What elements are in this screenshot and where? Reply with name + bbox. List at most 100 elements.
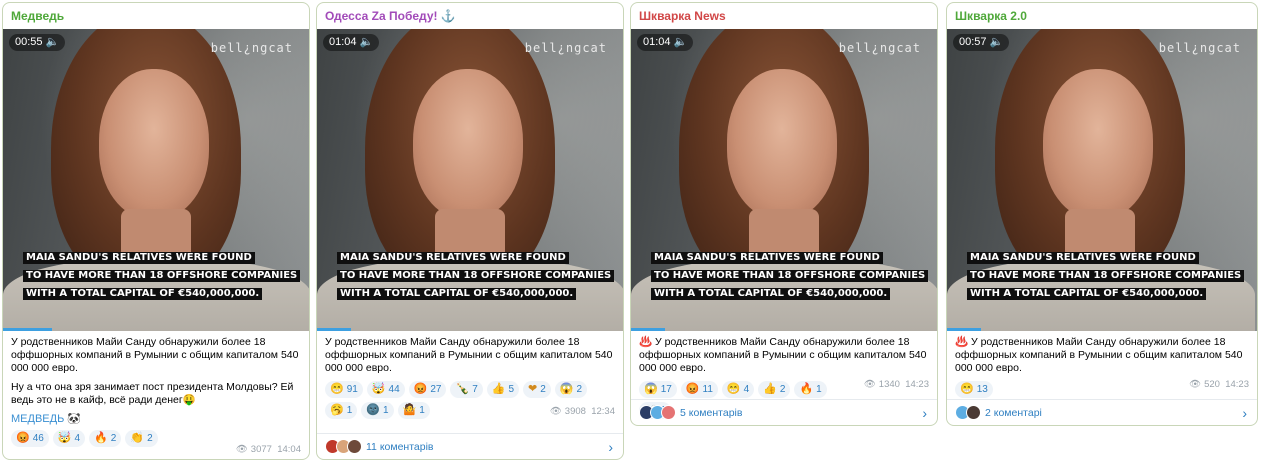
- reaction-chip[interactable]: 👍 5: [486, 381, 520, 398]
- comments-link[interactable]: 5 коментарів ›: [631, 399, 937, 425]
- post-meta: 👁 520 14:23: [1189, 379, 1249, 390]
- video-caption: Maia Sandu's relatives were found to hav…: [967, 247, 1245, 301]
- video-player[interactable]: bell¿ngcat 00:55 🔈 Maia Sandu's relative…: [3, 29, 309, 331]
- video-progress-bar[interactable]: [631, 328, 665, 331]
- post-text-extra: Ну а что она зря занимает пост президент…: [11, 381, 294, 406]
- reaction-emoji-icon: 🤷: [402, 404, 417, 416]
- caption-line: Maia Sandu's relatives were found: [967, 252, 1199, 264]
- views-icon: 👁: [1189, 379, 1202, 390]
- reaction-chip[interactable]: ❤ 2: [523, 381, 551, 398]
- reaction-chip[interactable]: 😁 91: [325, 381, 363, 398]
- reaction-count: 11: [702, 384, 713, 395]
- views-icon: 👁: [549, 406, 562, 417]
- reaction-chip[interactable]: 😱 17: [639, 381, 677, 398]
- reaction-chip[interactable]: 😡 27: [408, 381, 447, 398]
- reaction-chip[interactable]: 🥱 1: [325, 402, 358, 419]
- post-text: У родственников Майи Санду обнаружили бо…: [11, 336, 299, 374]
- watermark: bell¿ngcat: [524, 41, 607, 55]
- video-player[interactable]: bell¿ngcat 01:04 🔈 Maia Sandu's relative…: [631, 29, 937, 331]
- reaction-chip[interactable]: 🤯 44: [366, 381, 405, 398]
- comments-count[interactable]: 11 коментарів: [366, 441, 434, 453]
- reaction-emoji-icon: 😁: [960, 383, 974, 395]
- reaction-chip[interactable]: 🤷 1: [397, 402, 430, 419]
- reaction-chip[interactable]: 😁 13: [955, 381, 993, 398]
- video-subject-face: [1043, 69, 1153, 219]
- reaction-chip[interactable]: 😡 46: [11, 430, 49, 447]
- reaction-count: 44: [388, 384, 400, 395]
- chevron-right-icon[interactable]: ›: [1242, 405, 1247, 421]
- avatar: [661, 405, 676, 420]
- video-timer[interactable]: 00:57 🔈: [953, 34, 1010, 51]
- reaction-count: 1: [382, 405, 389, 416]
- post-text: ♨️ У родственников Майи Санду обнаружили…: [955, 336, 1243, 374]
- comments-link[interactable]: 11 коментарів ›: [317, 433, 623, 459]
- post-card: Одесса Za Победу! ⚓ bell¿ngcat 01:04 🔈 M…: [316, 2, 624, 460]
- caption-line: Maia Sandu's relatives were found: [337, 252, 569, 264]
- video-progress-bar[interactable]: [947, 328, 982, 331]
- reaction-chip[interactable]: 🤯 4: [52, 430, 86, 447]
- video-timer[interactable]: 00:55 🔈: [9, 34, 66, 51]
- reaction-count: 1: [816, 384, 822, 395]
- reaction-chip[interactable]: 🍾 7: [450, 381, 483, 398]
- comments-link[interactable]: 2 коментарі ›: [947, 399, 1257, 425]
- chevron-right-icon[interactable]: ›: [922, 405, 927, 421]
- reaction-emoji-icon: 😡: [685, 383, 700, 395]
- reaction-chip[interactable]: 👏 2: [125, 430, 158, 447]
- reaction-count: 2: [147, 433, 153, 444]
- reaction-count: 4: [74, 433, 81, 444]
- reaction-count: 27: [430, 384, 442, 395]
- reaction-count: 2: [110, 433, 117, 444]
- reaction-emoji-icon: 😱: [559, 383, 574, 395]
- reaction-chip[interactable]: 🔥 1: [794, 381, 827, 398]
- views-icon: 👁: [235, 444, 248, 455]
- post-body: У родственников Майи Санду обнаружили бо…: [317, 331, 623, 375]
- reaction-count: 1: [419, 405, 425, 416]
- reaction-emoji-icon: 🥱: [330, 404, 344, 416]
- views-count: 3077: [250, 444, 272, 455]
- chevron-right-icon[interactable]: ›: [608, 439, 613, 455]
- reaction-count: 91: [346, 384, 358, 395]
- reaction-emoji-icon: 🤯: [57, 432, 72, 444]
- video-timer[interactable]: 01:04 🔈: [637, 34, 694, 51]
- post-card: Медведь bell¿ngcat 00:55 🔈 Maia Sandu's …: [2, 2, 310, 460]
- post-card: Шкварка 2.0 bell¿ngcat 00:57 🔈 Maia Sand…: [946, 2, 1258, 426]
- comments-count[interactable]: 2 коментарі: [985, 407, 1042, 419]
- reaction-emoji-icon: 👏: [130, 432, 145, 444]
- reaction-chip[interactable]: 😁 4: [721, 381, 755, 398]
- channel-name[interactable]: Шкварка 2.0: [947, 3, 1257, 29]
- caption-line: with a total capital of €540,000,000.: [337, 288, 577, 300]
- reaction-count: 17: [660, 384, 672, 395]
- video-progress-bar[interactable]: [3, 328, 52, 331]
- reaction-emoji-icon: 😡: [413, 383, 428, 395]
- avatar: [347, 439, 362, 454]
- channel-name[interactable]: Одесса Za Победу! ⚓: [317, 3, 623, 29]
- reaction-chip[interactable]: 😱 2: [554, 381, 588, 398]
- reaction-chip[interactable]: 🌚 1: [361, 402, 394, 419]
- avatar: [966, 405, 981, 420]
- caption-line: with a total capital of €540,000,000.: [23, 288, 263, 300]
- caption-line: Maia Sandu's relatives were found: [651, 252, 883, 264]
- reaction-emoji-icon: ❤: [528, 383, 538, 395]
- reaction-chip[interactable]: 👍 2: [758, 381, 791, 398]
- video-progress-bar[interactable]: [317, 328, 351, 331]
- comments-count[interactable]: 5 коментарів: [680, 407, 742, 419]
- reaction-count: 5: [508, 384, 515, 395]
- channel-name[interactable]: Медведь: [3, 3, 309, 29]
- video-player[interactable]: bell¿ngcat 00:57 🔈 Maia Sandu's relative…: [947, 29, 1257, 331]
- post-text: У родственников Майи Санду обнаружили бо…: [325, 336, 613, 374]
- video-timer[interactable]: 01:04 🔈: [323, 34, 380, 51]
- post-card: Шкварка News bell¿ngcat 01:04 🔈 Maia San…: [630, 2, 938, 426]
- reaction-emoji-icon: 🌚: [366, 404, 380, 416]
- reaction-chip[interactable]: 🔥 2: [89, 430, 122, 447]
- reaction-chip[interactable]: 😡 11: [680, 381, 718, 398]
- post-time: 14:23: [905, 379, 929, 390]
- post-signature[interactable]: МЕДВЕДЬ 🐼: [11, 413, 301, 426]
- channel-name[interactable]: Шкварка News: [631, 3, 937, 29]
- post-meta: 👁 3908 12:34: [550, 406, 615, 417]
- caption-line: to have more than 18 offshore companies: [651, 270, 929, 282]
- commenter-avatars: [325, 439, 362, 454]
- reaction-emoji-icon: 🤯: [371, 383, 386, 395]
- caption-line: with a total capital of €540,000,000.: [967, 288, 1207, 300]
- video-player[interactable]: bell¿ngcat 01:04 🔈 Maia Sandu's relative…: [317, 29, 623, 331]
- reaction-count: 46: [32, 433, 44, 444]
